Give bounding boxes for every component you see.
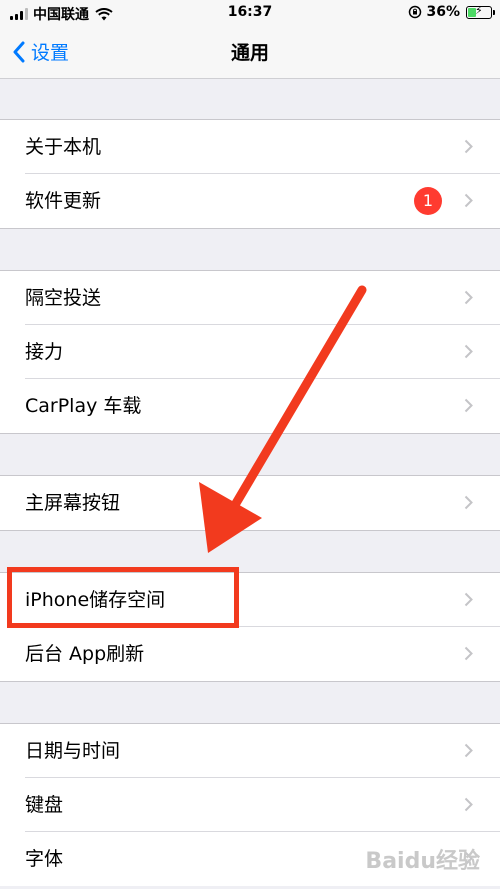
- row-about[interactable]: 关于本机: [0, 120, 500, 174]
- chevron-right-icon: [464, 646, 473, 661]
- chevron-right-icon: [464, 344, 473, 359]
- chevron-right-icon: [464, 797, 473, 812]
- settings-group-connectivity: 隔空投送 接力 CarPlay 车载: [0, 270, 500, 434]
- row-airdrop[interactable]: 隔空投送: [0, 271, 500, 325]
- chevron-right-icon: [464, 139, 473, 154]
- row-label: 主屏幕按钮: [25, 492, 121, 514]
- battery-icon: ⚡: [466, 4, 495, 19]
- status-right: 36% ⚡: [408, 4, 495, 20]
- row-carplay[interactable]: CarPlay 车载: [0, 379, 500, 433]
- chevron-right-icon: [464, 193, 473, 208]
- row-software-update[interactable]: 软件更新 1: [0, 174, 500, 228]
- row-label: CarPlay 车载: [25, 395, 142, 417]
- settings-group-about: 关于本机 软件更新 1: [0, 119, 500, 229]
- chevron-right-icon: [464, 290, 473, 305]
- settings-group-home-button: 主屏幕按钮: [0, 475, 500, 531]
- row-label: 关于本机: [25, 136, 102, 158]
- update-badge: 1: [414, 187, 442, 215]
- highlight-box: [7, 567, 239, 628]
- row-date-time[interactable]: 日期与时间: [0, 724, 500, 778]
- row-background-refresh[interactable]: 后台 App刷新: [0, 627, 500, 681]
- page-title: 通用: [230, 42, 269, 64]
- row-label: 接力: [25, 341, 64, 363]
- watermark: Baidu经验: [365, 849, 480, 874]
- chevron-right-icon: [464, 743, 473, 758]
- row-label: 后台 App刷新: [25, 643, 145, 665]
- row-label: 软件更新: [25, 190, 102, 212]
- status-bar: 中国联通 16:37 36% ⚡: [0, 0, 500, 24]
- row-label: 键盘: [25, 794, 64, 816]
- navigation-bar: 设置 通用: [0, 24, 500, 79]
- row-label: 字体: [25, 848, 64, 870]
- row-home-button[interactable]: 主屏幕按钮: [0, 476, 500, 530]
- orientation-lock-icon: [409, 5, 422, 19]
- row-handoff[interactable]: 接力: [0, 325, 500, 379]
- battery-percent: 36%: [426, 4, 460, 20]
- row-label: 日期与时间: [25, 740, 121, 762]
- chevron-right-icon: [464, 398, 473, 413]
- row-label: 隔空投送: [25, 287, 102, 309]
- row-keyboard[interactable]: 键盘: [0, 778, 500, 832]
- chevron-right-icon: [464, 495, 473, 510]
- chevron-right-icon: [464, 592, 473, 607]
